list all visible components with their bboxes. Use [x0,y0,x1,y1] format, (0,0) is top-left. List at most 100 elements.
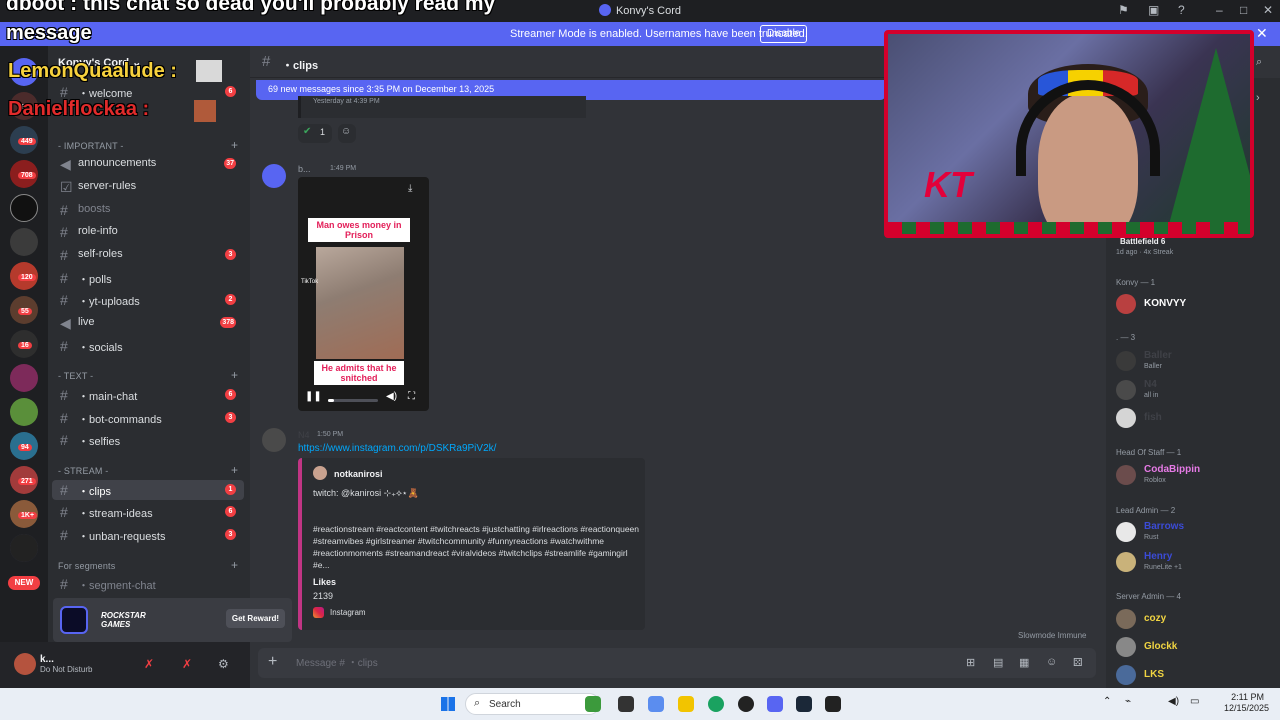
member-item[interactable]: Glockk [1116,634,1276,660]
category-text[interactable]: - TEXT - [58,371,93,381]
minimize-icon[interactable]: – [1216,3,1223,17]
fullscreen-icon[interactable]: ⛶ [408,391,415,402]
message-time: 1:49 PM [330,165,357,172]
server-icon[interactable] [10,228,38,256]
window-close-icon[interactable]: ✕ [1263,3,1273,17]
attach-plus-icon[interactable]: + [268,653,277,671]
category-stream[interactable]: - STREAM - [58,466,109,476]
channel-stream-ideas[interactable]: # ・stream-ideas 6 [52,502,244,522]
reaction-check[interactable]: ✔ 1 [298,124,332,143]
app-icon[interactable] [825,696,841,712]
add-channel-icon[interactable]: + [231,558,238,572]
add-channel-icon[interactable]: + [231,138,238,152]
get-reward-button[interactable]: Get Reward! [225,609,285,628]
discord-taskbar-icon[interactable] [767,696,783,712]
app-icon[interactable] [648,696,664,712]
member-item[interactable]: Barrows Rust [1116,519,1276,545]
server-icon[interactable] [10,534,38,562]
pause-icon[interactable]: ❚❚ [305,391,322,402]
mute-mic-icon[interactable]: ✗ [144,657,154,671]
message-author[interactable]: N4 [298,430,310,440]
screen-icon[interactable]: ▣ [1148,3,1159,17]
channel-selfies[interactable]: # ・selfies [52,430,244,450]
video-progress[interactable] [328,399,378,402]
channel-self-roles[interactable]: # self-roles 3 [52,245,244,265]
member-item[interactable]: Baller Baller [1116,348,1276,374]
member-item[interactable]: CodaBippin Roblox [1116,462,1276,488]
help-icon[interactable]: ? [1178,3,1185,17]
disable-streamer-mode-button[interactable]: Disable [760,25,808,43]
volume-icon[interactable]: ◀) [386,391,397,402]
channel-role-info[interactable]: # role-info [52,222,244,242]
banner-close-icon[interactable]: ✕ [1256,25,1268,42]
video-embed[interactable]: ⤓ Man owes money in Prison TikTok He adm… [298,177,429,411]
settings-gear-icon[interactable]: ⚙ [218,657,229,671]
avatar[interactable] [262,164,286,188]
channel-server-rules[interactable]: ☑ server-rules [52,177,244,197]
channel-boosts[interactable]: # boosts [52,200,244,220]
webcam-logo: KT [924,164,972,205]
category-important[interactable]: - IMPORTANT - [58,141,124,151]
chevron-right-icon[interactable]: › [1256,92,1260,104]
chrome-icon[interactable] [708,696,724,712]
folder-icon[interactable] [678,696,694,712]
member-item[interactable]: Henry RuneLite +1 [1116,549,1276,575]
battery-icon[interactable]: ▭ [1190,696,1199,707]
category-segments[interactable]: For segments [58,561,115,571]
member-item[interactable]: fish [1116,405,1276,431]
sticker-icon[interactable]: ▦ [1019,656,1029,669]
channel-live[interactable]: ◀ live 378 [52,313,244,333]
channel-announcements[interactable]: ◀ announcements 37 [52,154,244,174]
search-icon[interactable]: ⌕ [1256,56,1262,69]
hash-icon: # [60,504,68,520]
channel-polls[interactable]: # ・polls [52,268,244,288]
embed-author[interactable]: notkanirosi [334,469,383,479]
volume-icon[interactable]: ◀) [1168,696,1179,707]
add-channel-icon[interactable]: + [231,463,238,477]
server-icon[interactable] [10,364,38,392]
app-icon[interactable] [618,696,634,712]
steam-icon[interactable] [796,696,812,712]
channel-bot-commands[interactable]: # ・bot-commands 3 [52,408,244,428]
channel-segment-chat[interactable]: # ・segment-chat [52,574,244,594]
member-item[interactable]: KONVYY [1116,291,1276,317]
embed-description: #reactionstream #reactcontent #twitchrea… [313,524,640,570]
channel-yt-uploads[interactable]: # ・yt-uploads 2 [52,290,244,310]
app-icon[interactable] [738,696,754,712]
instagram-link[interactable]: https://www.instagram.com/p/DSKRa9PiV2k/ [298,443,496,454]
avatar[interactable] [14,653,36,675]
member-item[interactable]: cozy [1116,606,1276,632]
promo-card: ROCKSTAR GAMES Get Reward! [53,598,292,642]
server-icon[interactable] [10,398,38,426]
channel-main-chat[interactable]: # ・main-chat 6 [52,385,244,405]
clock[interactable]: 2:11 PM 12/15/2025 [1224,692,1269,714]
deafen-icon[interactable]: ✗ [182,657,192,671]
add-channel-icon[interactable]: + [231,368,238,382]
inbox-icon[interactable]: ⚑ [1118,3,1129,17]
windows-start-icon[interactable] [441,697,455,711]
message-author[interactable]: b... [298,164,311,174]
server-icon[interactable] [10,194,38,222]
app-icon[interactable] [585,696,601,712]
tray-chevron-icon[interactable]: ⌃ [1103,696,1111,707]
avatar [1116,408,1136,428]
channel-clips[interactable]: # ・clips 1 [52,480,244,500]
gift-icon[interactable]: ⊞ [966,656,975,669]
member-item[interactable]: LKS [1116,662,1276,688]
server-badge: 708 [18,172,36,179]
channel-unban-requests[interactable]: # ・unban-requests 3 [52,525,244,545]
gif-icon[interactable]: ▤ [993,656,1003,669]
overlay-chat-user: LemonQuaalude : [8,60,177,82]
taskbar-search[interactable]: ⌕ Search [465,693,600,715]
download-icon[interactable]: ⤓ [408,183,412,194]
member-item[interactable]: N4 all in [1116,377,1276,403]
add-reaction-icon[interactable]: ☺ [338,124,356,143]
avatar[interactable] [262,428,286,452]
network-icon[interactable]: ⌁ [1125,696,1131,707]
message-input[interactable] [296,654,896,672]
hash-icon: # [60,432,68,448]
emoji-icon[interactable]: ☺ [1046,656,1057,668]
maximize-icon[interactable]: □ [1240,3,1247,17]
channel-socials[interactable]: # ・socials [52,336,244,356]
apps-icon[interactable]: ⚄ [1073,656,1083,669]
